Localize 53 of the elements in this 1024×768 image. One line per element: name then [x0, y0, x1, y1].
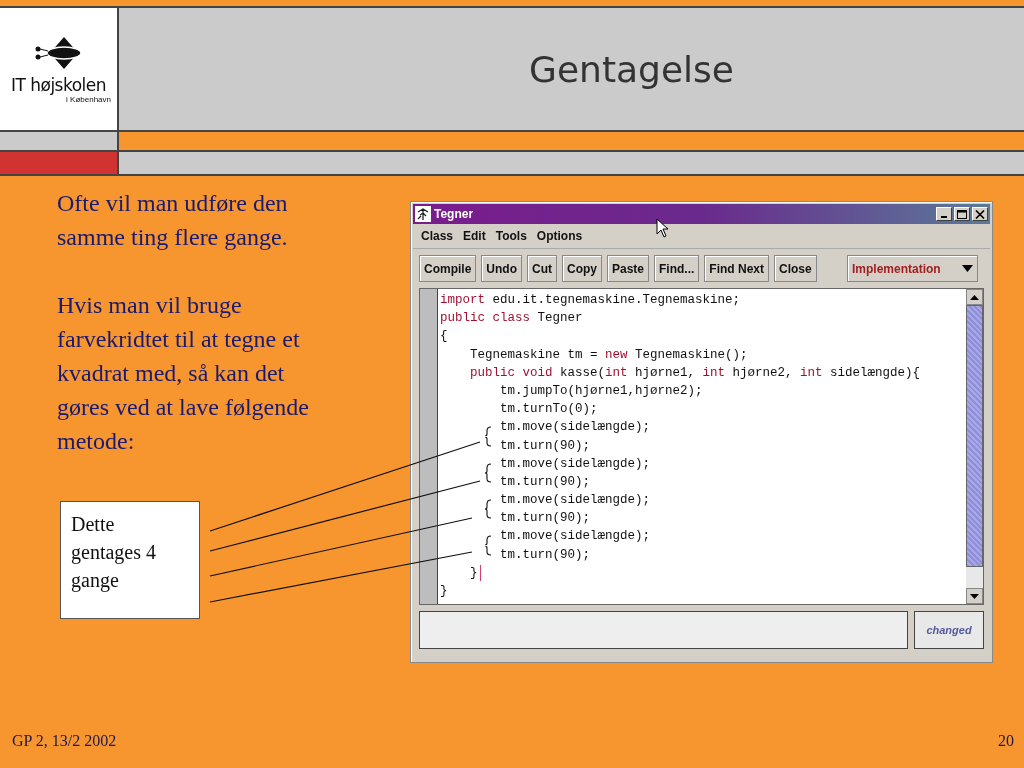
- toolbar-button[interactable]: Paste: [607, 255, 650, 282]
- code-line: tm.turn(90);: [500, 510, 590, 528]
- code-line: public class Tegner: [440, 310, 583, 328]
- logo-subtitle: i København: [66, 94, 111, 104]
- code-line: tm.turn(90);: [500, 546, 590, 564]
- minimize-button[interactable]: [936, 207, 952, 221]
- logo-text: IT højskolen: [10, 74, 107, 95]
- code-line: {: [440, 328, 448, 346]
- window-title: Tegner: [434, 207, 475, 221]
- code-line: tm.move(sidelængde);: [500, 528, 651, 546]
- toolbar-button[interactable]: Compile: [419, 255, 477, 282]
- scrollbar[interactable]: [966, 289, 983, 604]
- scroll-up-icon[interactable]: [970, 294, 979, 300]
- code-line: }: [440, 583, 448, 600]
- maximize-button[interactable]: [954, 207, 970, 221]
- close-button[interactable]: [972, 207, 988, 221]
- close-icon: [975, 209, 985, 219]
- page-number: 20: [998, 732, 1014, 750]
- callout-note: Dette gentages 4 gange: [60, 501, 200, 619]
- menu-item[interactable]: Tools: [492, 229, 534, 243]
- menu-item[interactable]: Class: [418, 229, 461, 243]
- toolbar-button[interactable]: Find...: [654, 255, 700, 282]
- code-line: tm.move(sidelængde);: [500, 455, 651, 473]
- toolbar-button[interactable]: Undo: [481, 255, 522, 282]
- code-line: Tegnemaskine tm = new Tegnemaskine();: [470, 346, 748, 364]
- body-paragraph: Hvis man vil bruge farvekridtet til at tegne et kvadrat med, så kan det gøres ved at lave følgende metode:: [57, 291, 310, 456]
- caret-icon: [962, 265, 973, 272]
- code-line: public void kasse(int hjørne1, int hjørne2, int sidelængde){: [470, 364, 921, 382]
- code-line: tm.turnTo(0);: [500, 401, 598, 419]
- menu-item[interactable]: Edit: [460, 229, 493, 243]
- code-line: import edu.it.tegnemaskine.Tegnemaskine;: [440, 292, 741, 309]
- status-label: changed: [914, 611, 984, 649]
- toolbar-button[interactable]: Close: [774, 255, 817, 282]
- view-dropdown[interactable]: Implementation: [847, 255, 978, 282]
- minimize-icon: [941, 216, 947, 218]
- scroll-down-icon[interactable]: [970, 593, 979, 599]
- body-paragraph: Ofte vil man udføre den samme ting flere gange.: [57, 189, 289, 252]
- scroll-thumb[interactable]: [966, 305, 983, 567]
- code-line: tm.turn(90);: [500, 473, 590, 491]
- footer-text: GP 2, 13/2 2002: [12, 732, 117, 750]
- code-line: tm.turn(90);: [500, 437, 590, 455]
- slide-title: Gentagelse: [529, 48, 734, 90]
- app-icon: [415, 206, 431, 222]
- maximize-icon: [957, 209, 967, 219]
- toolbar-button[interactable]: Cut: [527, 255, 557, 282]
- toolbar-button[interactable]: Find Next: [704, 255, 770, 282]
- code-line: tm.move(sidelængde);: [500, 419, 651, 437]
- toolbar-button[interactable]: Copy: [562, 255, 602, 282]
- mouse-pointer-icon: [656, 218, 669, 238]
- code-line: tm.move(sidelængde);: [500, 492, 651, 510]
- menu-item[interactable]: Options: [533, 229, 590, 243]
- code-line: tm.jumpTo(hjørne1,hjørne2);: [500, 382, 703, 400]
- code-line: }: [470, 564, 478, 582]
